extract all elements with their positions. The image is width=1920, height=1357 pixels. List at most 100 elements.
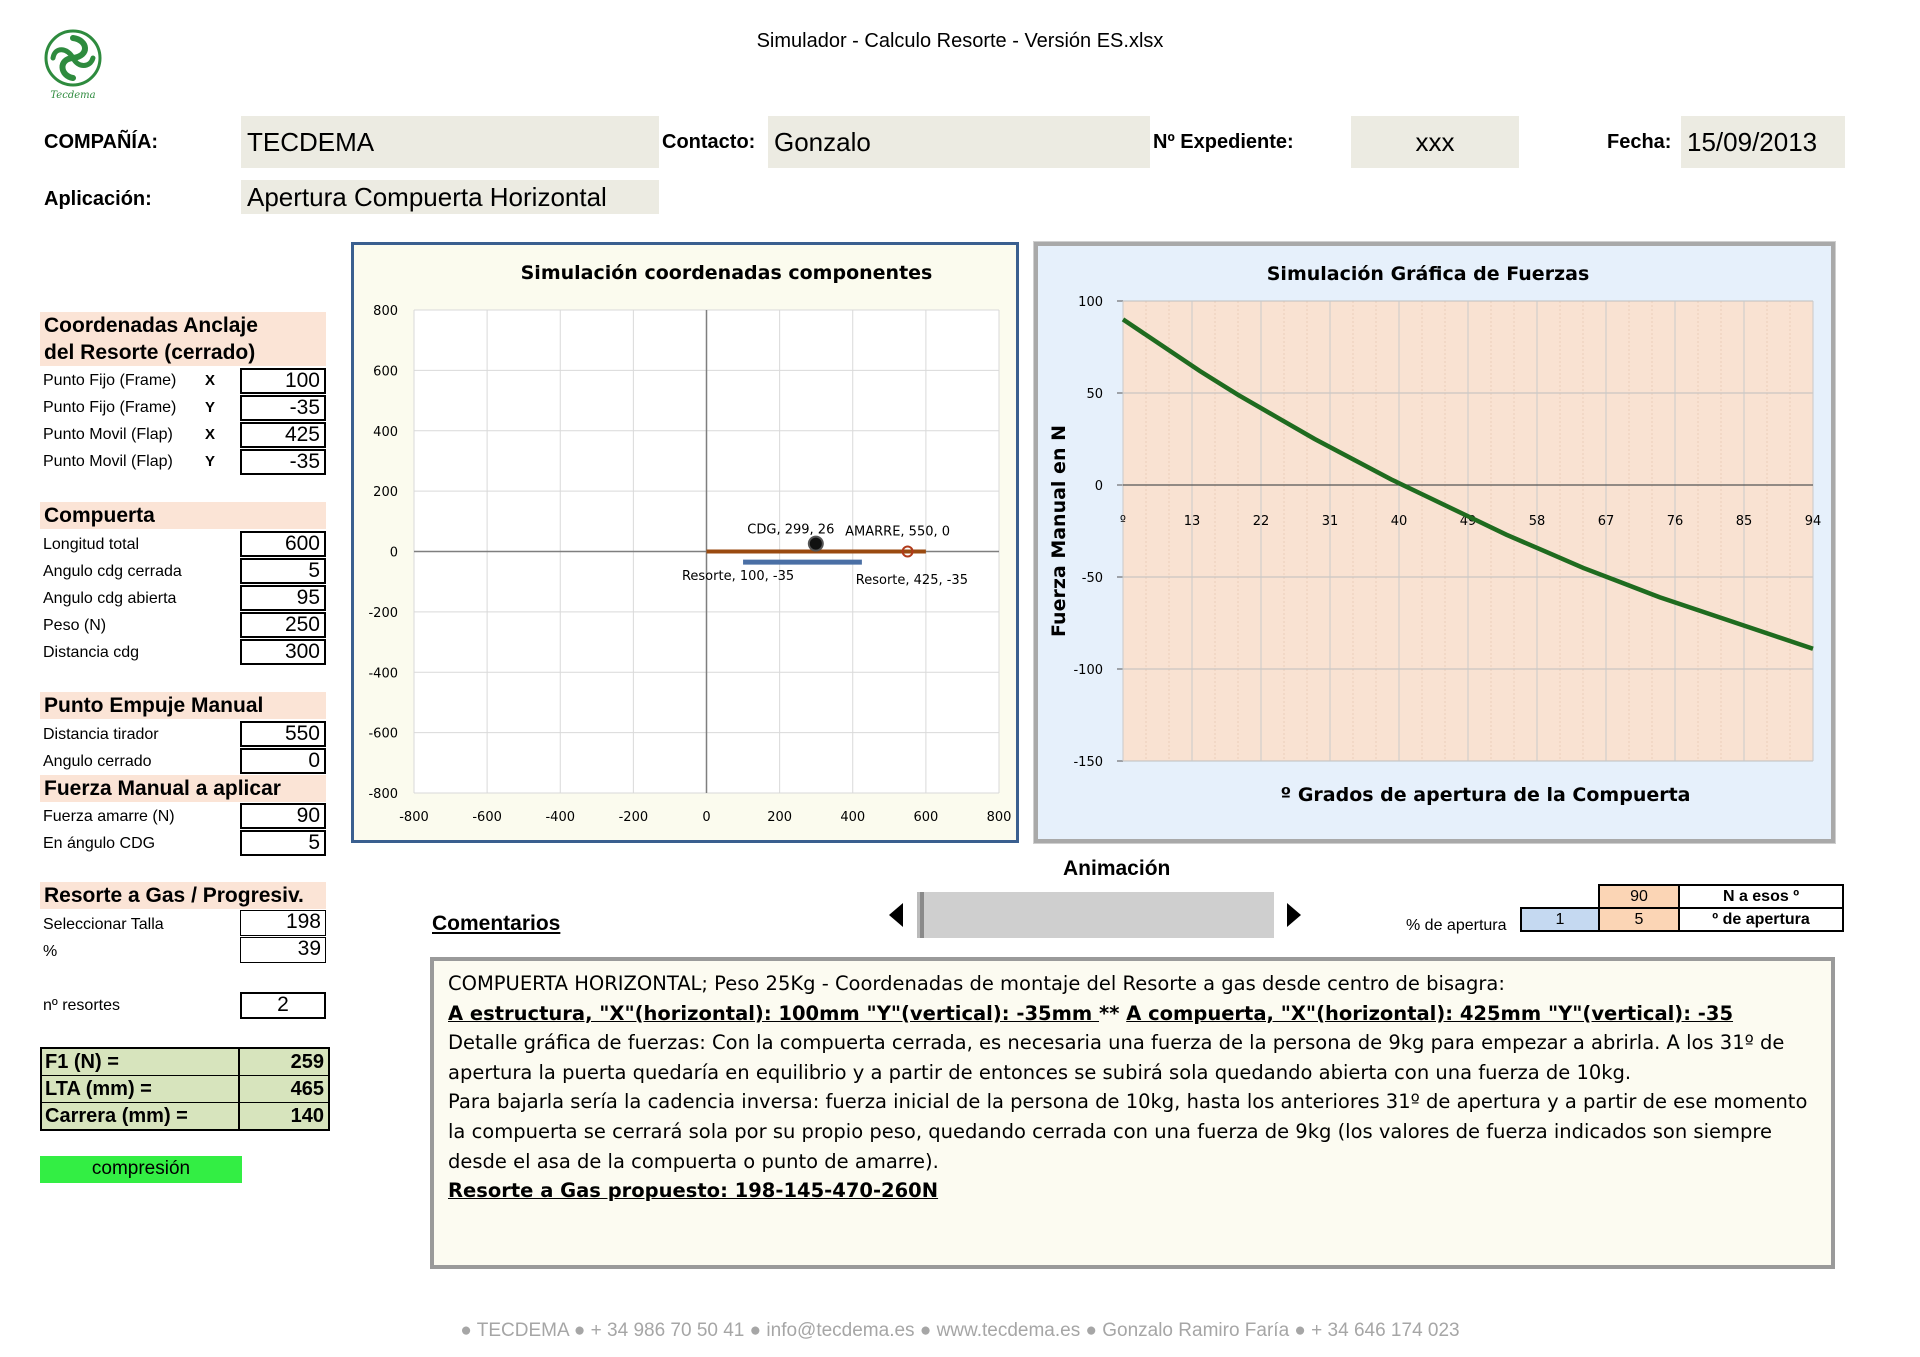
y-tick-label: -400 bbox=[368, 666, 398, 681]
point-label: Resorte, 100, -35 bbox=[682, 569, 794, 584]
x-tick-label: 31 bbox=[1322, 514, 1339, 529]
animation-scrollbar[interactable] bbox=[917, 892, 1274, 938]
x-tick-label: 800 bbox=[987, 810, 1012, 825]
moving-point-y-input[interactable]: -35 bbox=[240, 449, 326, 475]
manual-force-row-label: En ángulo CDG bbox=[43, 835, 156, 852]
separator: ** bbox=[1099, 1001, 1127, 1025]
closed-angle-input[interactable]: 5 bbox=[240, 558, 326, 584]
weight-input[interactable]: 250 bbox=[240, 612, 326, 638]
x-tick-label: 0 bbox=[702, 810, 710, 825]
closed-push-angle-input[interactable]: 0 bbox=[240, 748, 326, 774]
x-tick-label: -800 bbox=[399, 810, 429, 825]
handle-distance-input[interactable]: 550 bbox=[240, 721, 326, 747]
comment-paragraph: Para bajarla sería la cadencia inversa: … bbox=[448, 1090, 1808, 1173]
y-axis-label: Fuerza Manual en N bbox=[1048, 425, 1070, 637]
contact-label: Contacto: bbox=[662, 131, 756, 153]
date-field[interactable]: 15/09/2013 bbox=[1681, 116, 1845, 168]
x-tick-label: 67 bbox=[1598, 514, 1615, 529]
comments-box[interactable]: COMPUERTA HORIZONTAL; Peso 25Kg - Coorde… bbox=[430, 957, 1835, 1269]
anchor-row-axis: Y bbox=[205, 453, 216, 470]
spring-count-input[interactable]: 2 bbox=[240, 992, 326, 1019]
file-number-label: Nº Expediente: bbox=[1153, 131, 1294, 153]
comment-paragraph: Detalle gráfica de fuerzas: Con la compu… bbox=[448, 1031, 1785, 1084]
frame-coordinates: A estructura, "X"(horizontal): 100mm "Y"… bbox=[448, 1001, 1100, 1025]
opening-table: 90 N a esos º 1 5 º de apertura bbox=[1520, 884, 1844, 932]
opening-percent-input[interactable]: 1 bbox=[1520, 907, 1600, 932]
point-label: Resorte, 425, -35 bbox=[856, 573, 968, 588]
cdg-distance-input[interactable]: 300 bbox=[240, 639, 326, 665]
opening-degrees-value: 5 bbox=[1598, 907, 1680, 932]
y-tick-label: -100 bbox=[1073, 663, 1103, 678]
company-label: COMPAÑÍA: bbox=[44, 131, 159, 153]
x-tick-label: 58 bbox=[1529, 514, 1546, 529]
company-field[interactable]: TECDEMA bbox=[241, 116, 659, 168]
anchor-row-label: Punto Fijo (Frame) bbox=[43, 372, 177, 389]
y-tick-label: 50 bbox=[1086, 387, 1103, 402]
contact-field[interactable]: Gonzalo bbox=[768, 116, 1150, 168]
coordinates-chart: Simulación coordenadas componentes -800 -6… bbox=[351, 242, 1019, 843]
chart-title: Simulación Gráfica de Fuerzas bbox=[1267, 263, 1590, 285]
manual-force-row-label: Fuerza amarre (N) bbox=[43, 808, 175, 825]
gate-row-label: Angulo cdg abierta bbox=[43, 590, 177, 607]
result-row: F1 (N) = 259 bbox=[42, 1049, 328, 1076]
result-row: LTA (mm) = 465 bbox=[42, 1076, 328, 1103]
gas-spring-heading: Resorte a Gas / Progresiv. bbox=[40, 882, 326, 909]
size-select[interactable]: 198 bbox=[240, 910, 326, 936]
anchor-row-label: Punto Fijo (Frame) bbox=[43, 399, 177, 416]
gate-row-label: Longitud total bbox=[43, 536, 140, 553]
point-label: AMARRE, 550, 0 bbox=[845, 525, 950, 540]
manual-force-heading: Fuerza Manual a aplicar bbox=[40, 775, 326, 802]
scrollbar-thumb[interactable] bbox=[920, 892, 924, 938]
application-field[interactable]: Apertura Compuerta Horizontal bbox=[241, 180, 659, 214]
scroll-left-arrow-icon[interactable] bbox=[889, 903, 903, 927]
anchor-row-axis: X bbox=[205, 426, 216, 443]
x-tick-label: º bbox=[1120, 514, 1126, 529]
forces-chart-svg: Simulación Gráfica de Fuerzas 100 50 0 -50 -1… bbox=[1048, 263, 1822, 806]
forces-chart: Simulación Gráfica de Fuerzas 100 50 0 -50 -1… bbox=[1034, 242, 1835, 843]
y-tick-label: 100 bbox=[1078, 295, 1103, 310]
y-tick-label: -200 bbox=[368, 606, 398, 621]
result-row: Carrera (mm) = 140 bbox=[42, 1103, 328, 1129]
spring-count-label: nº resortes bbox=[43, 997, 120, 1014]
y-tick-label: 200 bbox=[373, 485, 398, 500]
svg-text:Tecdema: Tecdema bbox=[50, 90, 95, 100]
push-row-label: Angulo cerrado bbox=[43, 753, 152, 770]
point-label: CDG, 299, 26 bbox=[747, 523, 834, 538]
gate-row-label: Angulo cdg cerrada bbox=[43, 563, 182, 580]
comment-line: COMPUERTA HORIZONTAL; Peso 25Kg - Coorde… bbox=[448, 972, 1505, 995]
x-tick-label: 400 bbox=[840, 810, 865, 825]
fixed-point-x-input[interactable]: 100 bbox=[240, 368, 326, 394]
comments-label: Comentarios bbox=[432, 912, 561, 935]
x-tick-label: 600 bbox=[913, 810, 938, 825]
result-value: 140 bbox=[290, 1105, 324, 1127]
percent-input[interactable]: 39 bbox=[240, 937, 326, 963]
y-tick-label: 0 bbox=[1095, 479, 1103, 494]
tie-force-input[interactable]: 90 bbox=[240, 803, 326, 829]
x-tick-label: 40 bbox=[1391, 514, 1408, 529]
results-table: F1 (N) = 259 LTA (mm) = 465 Carrera (mm)… bbox=[40, 1047, 330, 1131]
scroll-right-arrow-icon[interactable] bbox=[1287, 903, 1301, 927]
status-badge: compresión bbox=[40, 1156, 242, 1183]
file-number-field[interactable]: xxx bbox=[1351, 116, 1519, 168]
push-row-label: Distancia tirador bbox=[43, 726, 159, 743]
anchor-row-label: Punto Movil (Flap) bbox=[43, 426, 173, 443]
total-length-input[interactable]: 600 bbox=[240, 531, 326, 557]
y-tick-label: 800 bbox=[373, 304, 398, 319]
coordinates-chart-svg: Simulación coordenadas componentes -800 -6… bbox=[368, 262, 1012, 825]
proposed-spring: Resorte a Gas propuesto: 198-145-470-260… bbox=[448, 1179, 939, 1203]
y-tick-label: 600 bbox=[373, 364, 398, 379]
open-angle-input[interactable]: 95 bbox=[240, 585, 326, 611]
document-title: Simulador - Calculo Resorte - Versión ES… bbox=[756, 30, 1164, 52]
result-label: F1 (N) = bbox=[42, 1049, 240, 1075]
company-logo: Tecdema bbox=[38, 28, 108, 101]
cdg-angle-input[interactable]: 5 bbox=[240, 830, 326, 856]
x-tick-label: -600 bbox=[472, 810, 502, 825]
fixed-point-y-input[interactable]: -35 bbox=[240, 395, 326, 421]
footer-contact: ● TECDEMA ● + 34 986 70 50 41 ● info@tec… bbox=[460, 1320, 1460, 1341]
moving-point-x-input[interactable]: 425 bbox=[240, 422, 326, 448]
result-label: LTA (mm) = bbox=[42, 1076, 240, 1102]
x-tick-label: 200 bbox=[767, 810, 792, 825]
y-tick-label: 0 bbox=[390, 546, 398, 561]
x-tick-label: 76 bbox=[1667, 514, 1684, 529]
x-tick-label: 94 bbox=[1805, 514, 1822, 529]
